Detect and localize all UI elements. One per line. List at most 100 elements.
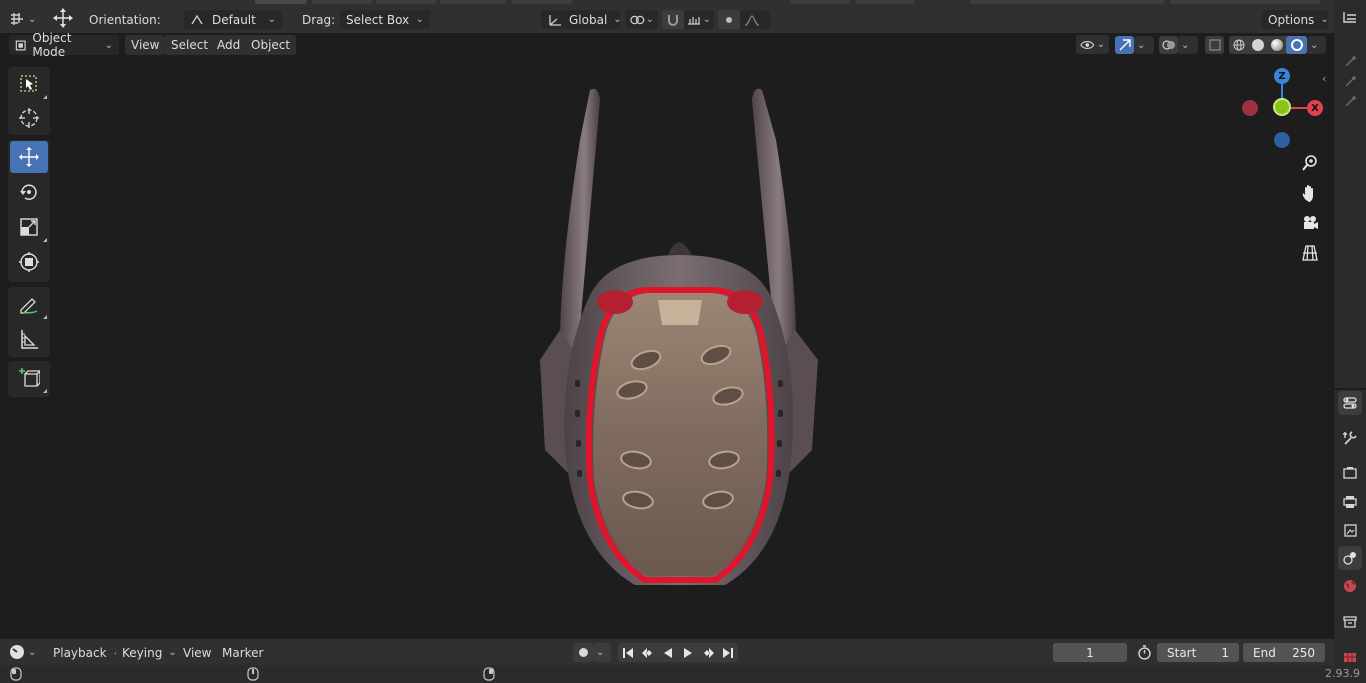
workspace-tab[interactable]	[855, 0, 915, 4]
frame-end-field[interactable]: End 250	[1243, 643, 1325, 662]
pencil-icon	[20, 298, 38, 314]
tool-rotate[interactable]	[10, 176, 48, 208]
version-label: 2.93.9	[1325, 667, 1360, 680]
jump-to-start-button[interactable]	[618, 643, 638, 662]
tool-scale[interactable]	[10, 211, 48, 243]
transform-orientation-dropdown[interactable]: Global ⌄	[541, 10, 622, 29]
gizmo-neg-x-axis[interactable]	[1242, 100, 1258, 116]
workspace-tab-active[interactable]	[255, 0, 307, 4]
gizmo-y-axis[interactable]	[1273, 98, 1291, 116]
wireframe-sphere-icon	[1233, 39, 1244, 51]
end-label: End	[1253, 645, 1276, 660]
zoom-button[interactable]	[1299, 152, 1321, 174]
outliner-editor-button[interactable]	[1338, 6, 1362, 30]
overlays-dropdown[interactable]: ⌄	[1178, 36, 1198, 54]
rendered-shading-button[interactable]	[1286, 36, 1307, 54]
workspace-tab[interactable]	[790, 0, 850, 4]
menu-view[interactable]: View	[125, 35, 166, 55]
orientation-dropdown[interactable]: Default ⌄	[184, 10, 282, 29]
tool-transform[interactable]	[10, 246, 48, 278]
workspace-tab[interactable]	[376, 0, 436, 4]
view-layer-selector[interactable]	[1170, 0, 1320, 4]
toolbar-annotate-group	[8, 287, 50, 357]
tab-output[interactable]	[1338, 490, 1362, 514]
helmet-model[interactable]	[520, 80, 840, 600]
mouse-middle-icon	[247, 667, 259, 681]
stopwatch-icon	[1137, 645, 1151, 660]
pan-button[interactable]	[1299, 182, 1321, 204]
world-globe-icon	[1344, 580, 1356, 592]
perspective-toggle-button[interactable]	[1299, 242, 1321, 264]
jump-to-end-button[interactable]	[718, 643, 738, 662]
menu-object[interactable]: Object	[245, 35, 297, 55]
solid-sphere-icon	[1251, 39, 1264, 51]
tool-select-box[interactable]	[10, 68, 48, 100]
editor-type-button[interactable]: ⌄	[8, 9, 36, 29]
proportional-edit-toggle[interactable]	[718, 10, 740, 29]
tab-render[interactable]	[1338, 461, 1362, 485]
menu-select[interactable]: Select	[165, 35, 215, 55]
tool-cursor[interactable]	[10, 102, 48, 134]
navigation-gizmo[interactable]: Z X	[1234, 64, 1330, 156]
tool-add-cube[interactable]	[10, 362, 48, 394]
zoom-icon	[1302, 155, 1317, 171]
toolbar-add-group	[8, 361, 50, 397]
gizmo-neg-z-axis[interactable]	[1274, 132, 1290, 148]
gizmo-x-axis[interactable]: X	[1307, 100, 1323, 116]
snap-toggle[interactable]	[662, 10, 684, 29]
tab-world[interactable]	[1338, 574, 1362, 598]
frame-start-field[interactable]: Start 1	[1157, 643, 1239, 662]
tab-collection[interactable]	[1338, 610, 1362, 634]
keying-menu[interactable]: Keying ⌄	[116, 643, 177, 662]
snap-target-dropdown[interactable]: ⌄	[684, 10, 714, 29]
timeline-view-menu[interactable]: View	[177, 643, 218, 662]
playback-menu[interactable]: Playback ⌄	[47, 643, 121, 662]
tab-texture[interactable]	[1338, 648, 1362, 664]
play-button[interactable]	[678, 643, 698, 662]
tab-scene[interactable]	[1338, 546, 1362, 570]
falloff-dropdown[interactable]	[740, 10, 770, 29]
timeline-editor-type-button[interactable]: ⌄	[8, 642, 36, 662]
gizmo-z-axis[interactable]: Z	[1274, 68, 1290, 84]
options-dropdown[interactable]: Options ⌄	[1262, 10, 1329, 29]
scene-selector[interactable]	[970, 0, 1165, 4]
tab-tool[interactable]	[1338, 426, 1362, 450]
play-reverse-button[interactable]	[658, 643, 678, 662]
wireframe-shading-button[interactable]	[1229, 36, 1248, 54]
jump-keyframe-forward-button[interactable]	[698, 643, 718, 662]
drag-value: Select Box	[346, 12, 410, 27]
pivot-point-dropdown[interactable]: ⌄	[626, 10, 658, 29]
workspace-tab[interactable]	[512, 0, 572, 4]
sidebar-toggle-icon[interactable]: ‹	[1322, 72, 1326, 85]
camera-view-button[interactable]	[1299, 212, 1321, 234]
marker-menu[interactable]: Marker	[216, 643, 270, 662]
mode-dropdown[interactable]: Object Mode ⌄	[9, 31, 119, 59]
keyframe-forward-icon	[704, 647, 714, 658]
menu-add[interactable]: Add	[211, 35, 247, 55]
move-arrows-icon	[53, 8, 73, 28]
current-frame-field[interactable]: 1	[1053, 643, 1127, 662]
tab-view-layer[interactable]	[1338, 518, 1362, 542]
gizmo-dropdown[interactable]: ⌄	[1134, 36, 1154, 54]
jump-keyframe-back-button[interactable]	[638, 643, 658, 662]
workspace-tab[interactable]	[312, 0, 372, 4]
material-shading-button[interactable]	[1267, 36, 1286, 54]
properties-editor-button[interactable]	[1338, 391, 1362, 415]
keying-set-dropdown[interactable]: ⌄	[593, 643, 611, 662]
xray-toggle[interactable]	[1205, 36, 1224, 54]
solid-shading-button[interactable]	[1248, 36, 1267, 54]
drag-dropdown[interactable]: Select Box ⌄	[340, 10, 430, 29]
gizmo-toggle[interactable]	[1115, 36, 1134, 54]
shading-dropdown[interactable]: ⌄	[1307, 36, 1326, 54]
record-icon	[578, 648, 588, 657]
visibility-dropdown[interactable]: ⌄	[1076, 35, 1109, 54]
tool-measure[interactable]	[10, 323, 48, 355]
tool-annotate[interactable]	[10, 288, 48, 320]
auto-keying-toggle[interactable]	[573, 643, 593, 662]
workspace-tab[interactable]	[440, 0, 506, 4]
preview-range-toggle[interactable]	[1134, 643, 1154, 662]
overlays-toggle[interactable]	[1159, 36, 1178, 54]
properties-icon	[1343, 397, 1357, 409]
tool-move[interactable]	[10, 141, 48, 173]
outliner-filter-row[interactable]	[1338, 90, 1362, 114]
